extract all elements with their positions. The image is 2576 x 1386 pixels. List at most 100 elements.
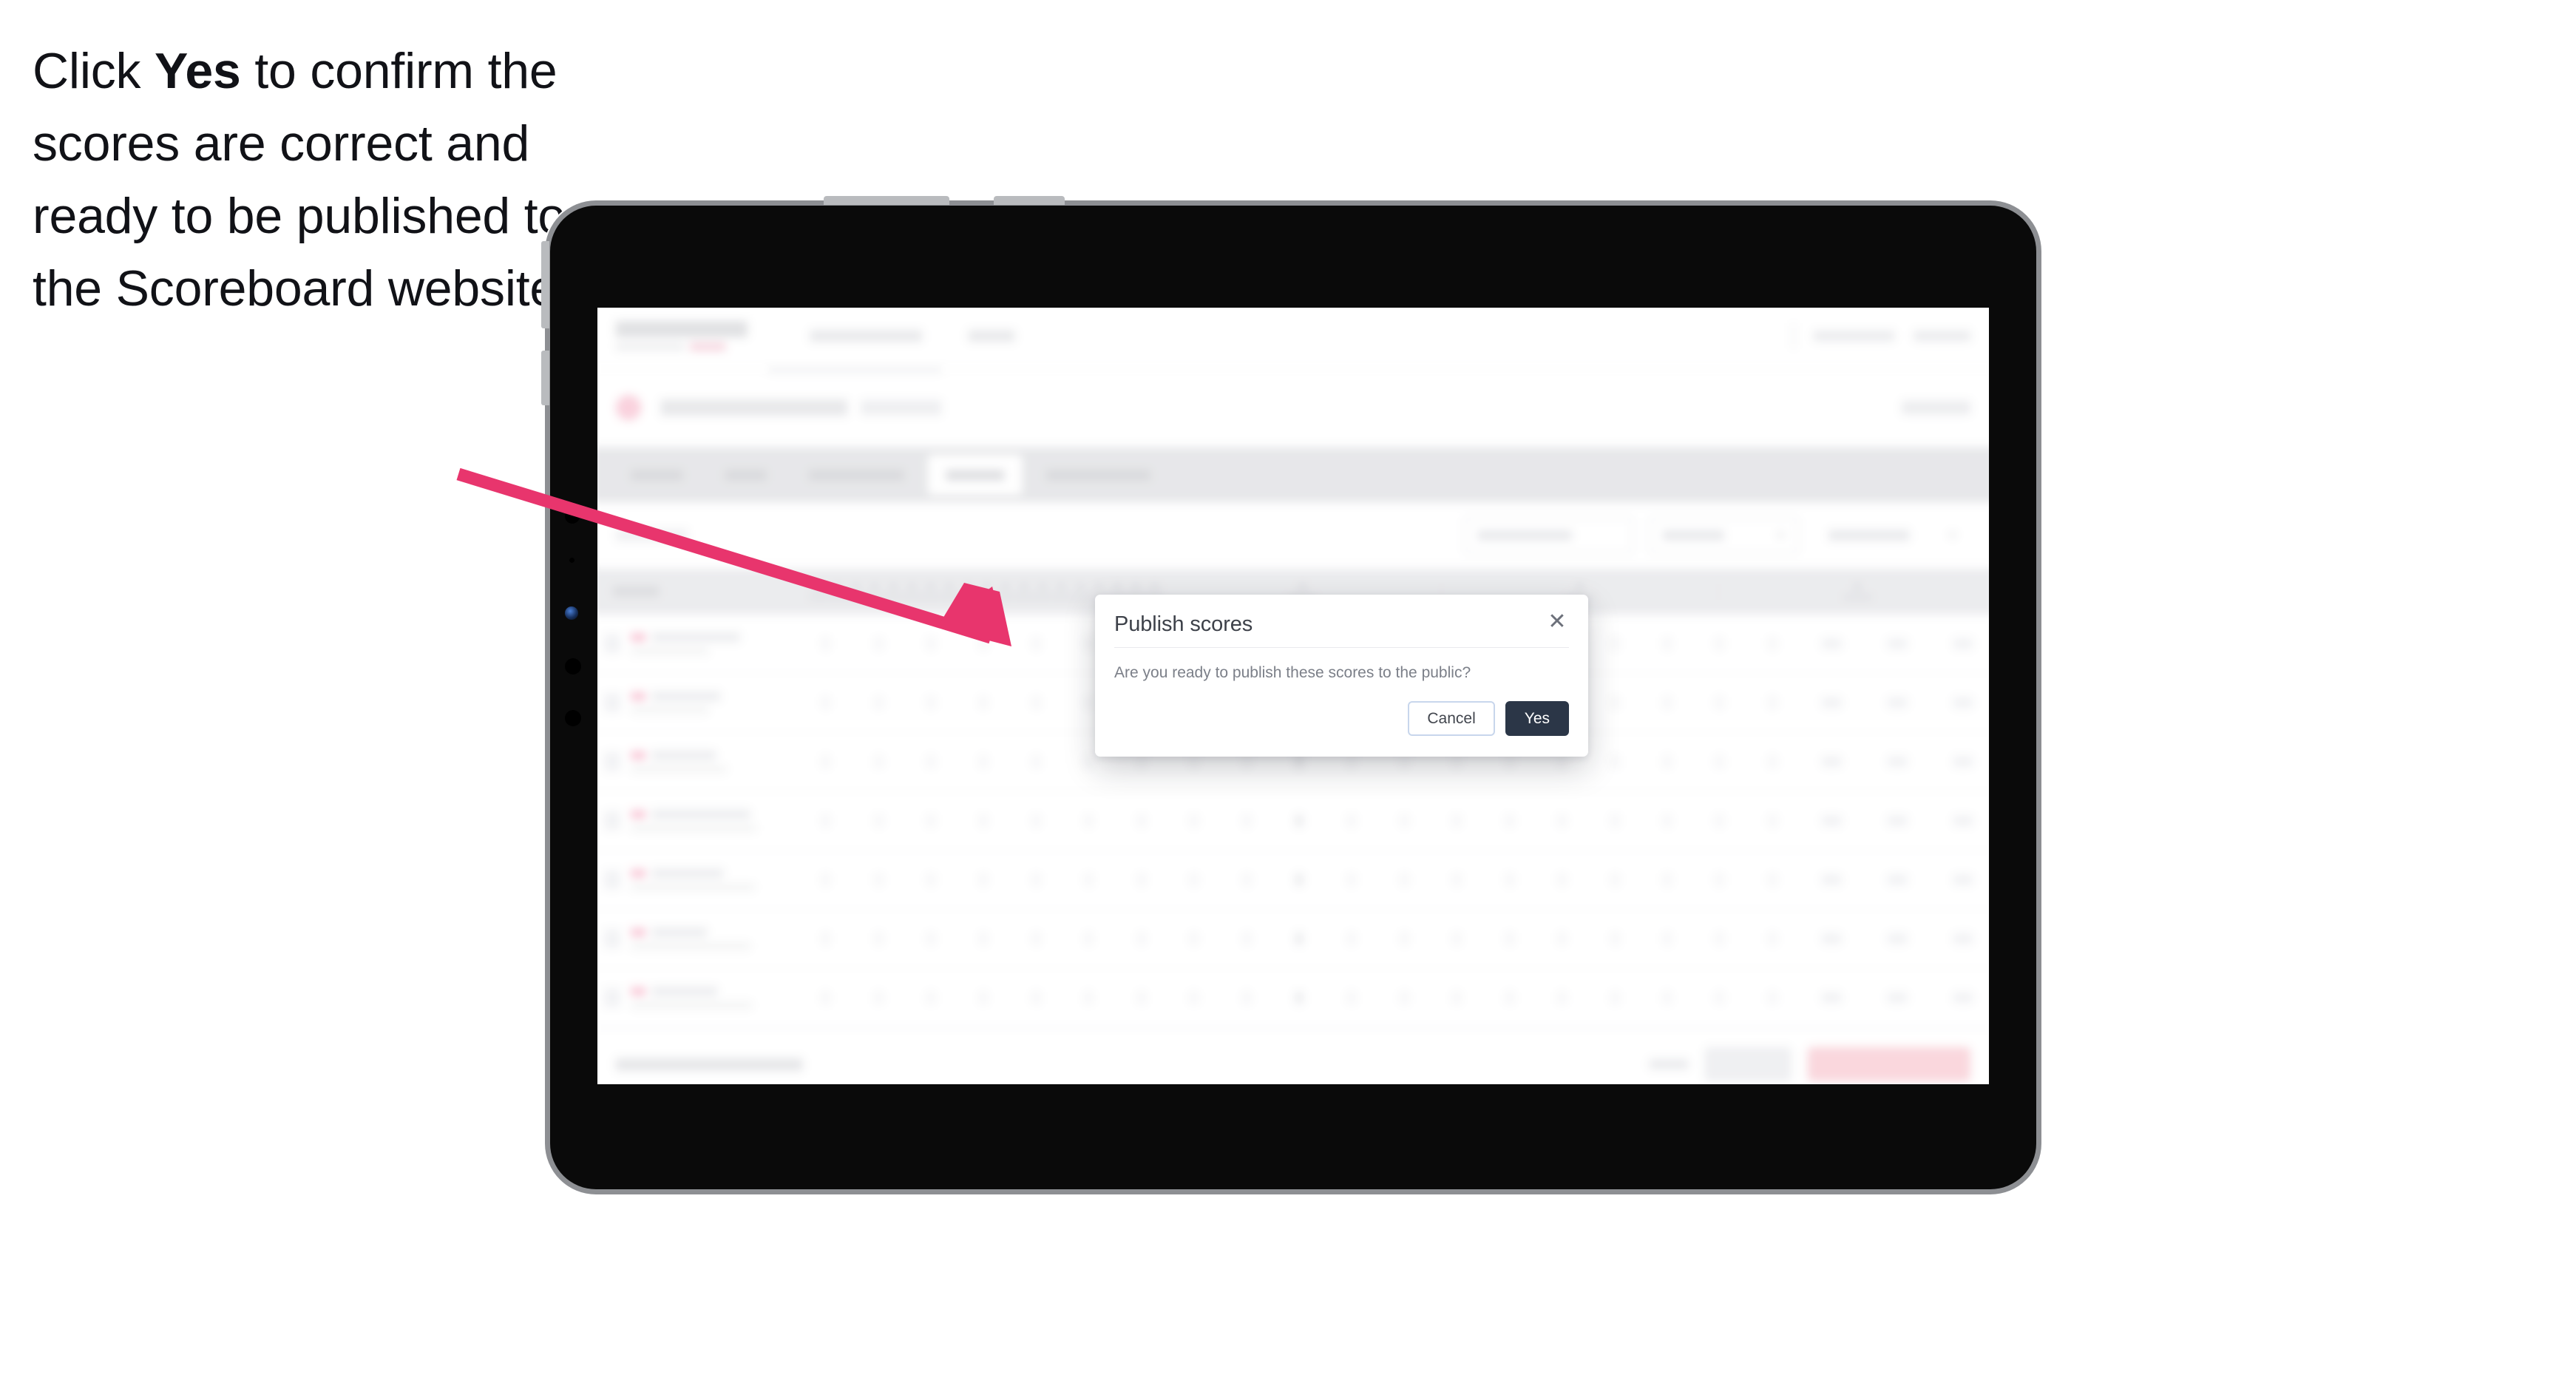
save-button[interactable] [1704, 1047, 1792, 1082]
score-cell[interactable] [1115, 755, 1167, 768]
account-name-label[interactable] [1914, 331, 1971, 342]
score-cell[interactable] [1062, 755, 1115, 768]
score-cell[interactable] [1220, 814, 1272, 827]
score-cell[interactable] [1010, 873, 1062, 886]
score-cell[interactable] [1010, 697, 1062, 709]
score-cell[interactable] [1588, 991, 1641, 1004]
score-cell[interactable] [1115, 814, 1167, 827]
score-cell[interactable] [905, 697, 957, 709]
score-cell[interactable] [1010, 638, 1062, 650]
score-cell[interactable] [799, 697, 852, 709]
score-cell[interactable] [1746, 933, 1799, 945]
score-cell[interactable] [1536, 814, 1588, 827]
score-cell[interactable] [1746, 755, 1799, 768]
score-cell[interactable] [1378, 814, 1431, 827]
score-cell[interactable] [1483, 933, 1536, 945]
score-cell[interactable] [1010, 814, 1062, 827]
score-cell[interactable] [957, 933, 1010, 945]
score-cell[interactable] [1062, 814, 1115, 827]
score-cell[interactable] [1694, 814, 1746, 827]
score-cell[interactable] [1483, 755, 1536, 768]
tab-scorecards[interactable] [790, 455, 922, 496]
score-cell[interactable] [957, 814, 1010, 827]
table-row[interactable] [597, 969, 1989, 1028]
score-cell[interactable] [1694, 933, 1746, 945]
score-cell[interactable] [1167, 991, 1220, 1004]
score-cell[interactable] [1641, 697, 1693, 709]
score-cell[interactable] [1326, 991, 1378, 1004]
filter-by-team-select[interactable] [1464, 516, 1633, 555]
close-icon[interactable]: ✕ [1545, 611, 1569, 636]
score-cell[interactable] [957, 991, 1010, 1004]
score-cell[interactable] [1062, 873, 1115, 886]
score-cell[interactable] [1431, 755, 1483, 768]
score-cell[interactable] [1115, 933, 1167, 945]
score-cell[interactable] [1378, 991, 1431, 1004]
table-row[interactable] [597, 910, 1989, 969]
tab-leaderboard[interactable] [1028, 455, 1168, 496]
table-row[interactable] [597, 791, 1989, 851]
score-cell[interactable] [799, 991, 852, 1004]
score-cell[interactable] [1273, 814, 1326, 827]
score-cell[interactable] [1694, 873, 1746, 886]
score-cell[interactable] [1010, 991, 1062, 1004]
tab-teams[interactable] [707, 455, 784, 496]
score-cell[interactable] [1326, 814, 1378, 827]
table-row[interactable] [597, 851, 1989, 910]
score-cell[interactable] [1326, 755, 1378, 768]
device-volume-up-button[interactable] [541, 241, 549, 328]
score-cell[interactable] [1167, 755, 1220, 768]
score-cell[interactable] [1010, 933, 1062, 945]
score-cell[interactable] [1641, 755, 1693, 768]
score-cell[interactable] [1483, 814, 1536, 827]
score-cell[interactable] [1273, 873, 1326, 886]
filter-table-view-select[interactable] [1815, 517, 1970, 555]
score-cell[interactable] [1273, 755, 1326, 768]
score-cell[interactable] [1010, 755, 1062, 768]
score-cell[interactable] [1326, 933, 1378, 945]
score-cell[interactable] [1483, 873, 1536, 886]
score-cell[interactable] [1588, 933, 1641, 945]
score-cell[interactable] [853, 991, 905, 1004]
score-cell[interactable] [1641, 814, 1693, 827]
cancel-link[interactable] [1649, 1058, 1689, 1069]
score-cell[interactable] [1273, 933, 1326, 945]
score-cell[interactable] [1641, 638, 1693, 650]
score-cell[interactable] [853, 697, 905, 709]
score-cell[interactable] [1378, 933, 1431, 945]
score-cell[interactable] [1694, 697, 1746, 709]
score-cell[interactable] [1641, 933, 1693, 945]
score-cell[interactable] [799, 933, 852, 945]
score-cell[interactable] [1588, 638, 1641, 650]
score-cell[interactable] [853, 814, 905, 827]
score-cell[interactable] [905, 933, 957, 945]
score-cell[interactable] [1536, 991, 1588, 1004]
score-cell[interactable] [1694, 991, 1746, 1004]
publish-to-scoreboard-button[interactable] [1807, 1047, 1971, 1082]
score-cell[interactable] [1694, 638, 1746, 650]
score-cell[interactable] [1431, 873, 1483, 886]
score-cell[interactable] [1431, 814, 1483, 827]
score-cell[interactable] [1746, 991, 1799, 1004]
score-cell[interactable] [1536, 873, 1588, 886]
score-cell[interactable] [1588, 697, 1641, 709]
score-cell[interactable] [1167, 873, 1220, 886]
get-help-link[interactable] [1813, 331, 1895, 342]
score-cell[interactable] [799, 814, 852, 827]
score-cell[interactable] [853, 638, 905, 650]
score-cell[interactable] [1115, 873, 1167, 886]
score-cell[interactable] [1431, 933, 1483, 945]
score-cell[interactable] [1641, 991, 1693, 1004]
score-cell[interactable] [1220, 991, 1272, 1004]
score-cell[interactable] [1220, 755, 1272, 768]
device-volume-down-button[interactable] [541, 351, 549, 405]
nav-item-sport[interactable] [968, 330, 1015, 342]
score-cell[interactable] [1746, 697, 1799, 709]
score-cell[interactable] [1588, 814, 1641, 827]
score-cell[interactable] [905, 991, 957, 1004]
cancel-button[interactable]: Cancel [1408, 701, 1495, 736]
score-cell[interactable] [1431, 991, 1483, 1004]
score-cell[interactable] [1220, 933, 1272, 945]
score-cell[interactable] [799, 638, 852, 650]
score-cell[interactable] [1062, 933, 1115, 945]
